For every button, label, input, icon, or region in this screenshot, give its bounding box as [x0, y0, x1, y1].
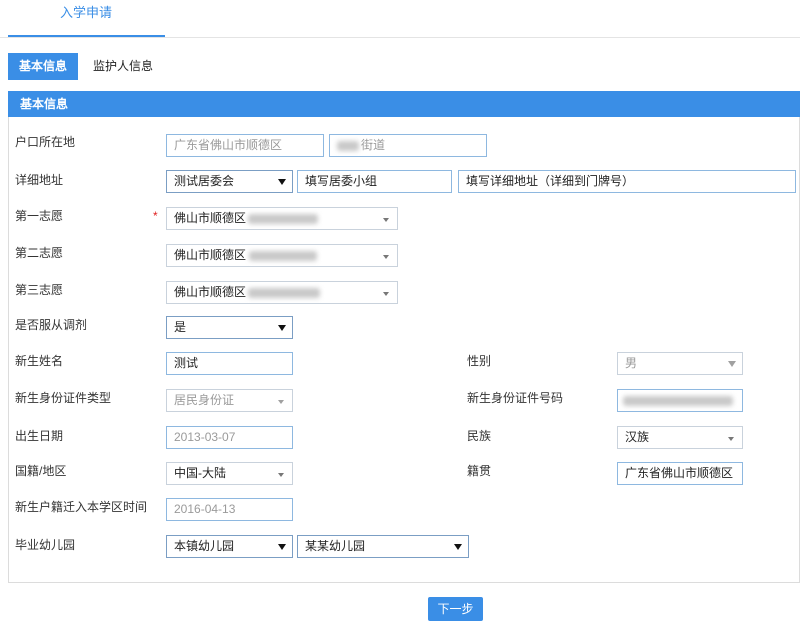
small-caret-down-icon	[278, 473, 284, 477]
kindergarten-school-value: 某某幼儿园	[305, 539, 366, 553]
redacted-blur	[623, 395, 733, 406]
committee-group-input[interactable]: 填写居委小组	[297, 170, 452, 193]
residents-committee-select[interactable]: 测试居委会	[166, 170, 293, 193]
address-label: 详细地址	[15, 173, 64, 187]
small-caret-down-icon	[728, 437, 734, 441]
first-choice-value: 佛山市顺德区	[174, 211, 247, 225]
kindergarten-town-select[interactable]: 本镇幼儿园	[166, 535, 293, 558]
nationality-value: 中国-大陆	[174, 466, 226, 480]
second-choice-label: 第二志愿	[15, 246, 64, 260]
caret-down-icon	[278, 179, 286, 185]
move-in-date-input[interactable]: 2016-04-13	[166, 498, 293, 521]
gender-select[interactable]: 男	[617, 352, 743, 375]
native-place-label: 籍贯	[467, 464, 492, 478]
household-district-value: 广东省佛山市顺德区	[174, 138, 283, 152]
move-in-date-label: 新生户籍迁入本学区时间	[15, 500, 148, 514]
id-number-label: 新生身份证件号码	[467, 391, 564, 405]
caret-down-icon	[454, 544, 462, 550]
first-choice-label: 第一志愿	[15, 209, 64, 223]
header-divider	[0, 37, 800, 38]
accept-adjustment-select[interactable]: 是	[166, 316, 293, 339]
caret-down-icon	[278, 325, 286, 331]
accept-adjustment-value: 是	[174, 320, 187, 334]
small-caret-down-icon	[383, 218, 389, 222]
ethnicity-value: 汉族	[625, 430, 650, 444]
accept-adjustment-label: 是否服从调剂	[15, 318, 88, 332]
caret-down-icon	[728, 361, 736, 367]
first-choice-select[interactable]: 佛山市顺德区	[166, 207, 398, 230]
section-title: 基本信息	[20, 97, 69, 111]
student-name-label: 新生姓名	[15, 354, 64, 368]
small-caret-down-icon	[383, 255, 389, 259]
native-place-value: 广东省佛山市顺德区	[625, 466, 734, 480]
kindergarten-town-value: 本镇幼儿园	[174, 539, 235, 553]
small-caret-down-icon	[278, 400, 284, 404]
id-type-value: 居民身份证	[174, 393, 235, 407]
second-choice-value: 佛山市顺德区	[174, 248, 247, 262]
tab-guardian-info[interactable]: 监护人信息	[86, 53, 160, 80]
redacted-blur	[248, 287, 321, 298]
id-type-select[interactable]: 居民身份证	[166, 389, 293, 412]
next-step-button[interactable]: 下一步	[428, 597, 483, 621]
committee-group-value: 填写居委小组	[305, 174, 378, 188]
tab-basic-info[interactable]: 基本信息	[8, 53, 78, 80]
move-in-date-value: 2016-04-13	[174, 502, 236, 516]
student-name-input[interactable]: 测试	[166, 352, 293, 375]
third-choice-label: 第三志愿	[15, 283, 64, 297]
birth-date-value: 2013-03-07	[174, 430, 236, 444]
detailed-address-input[interactable]: 填写详细地址（详细到门牌号）	[458, 170, 796, 193]
small-caret-down-icon	[383, 292, 389, 296]
household-label: 户口所在地	[15, 135, 76, 149]
nationality-select[interactable]: 中国-大陆	[166, 462, 293, 485]
residents-committee-value: 测试居委会	[174, 174, 235, 188]
redacted-blur	[248, 213, 319, 224]
gender-value: 男	[625, 356, 638, 370]
gender-label: 性别	[467, 354, 492, 368]
nationality-label: 国籍/地区	[15, 464, 67, 478]
id-number-input[interactable]	[617, 389, 743, 412]
household-street-value: 街道	[361, 138, 386, 152]
birth-date-label: 出生日期	[15, 429, 64, 443]
id-type-label: 新生身份证件类型	[15, 391, 112, 405]
active-tab-underline	[8, 35, 165, 37]
third-choice-value: 佛山市顺德区	[174, 285, 247, 299]
household-district-input[interactable]: 广东省佛山市顺德区	[166, 134, 324, 157]
kindergarten-label: 毕业幼儿园	[15, 538, 76, 552]
detailed-address-value: 填写详细地址（详细到门牌号）	[466, 174, 635, 188]
native-place-input[interactable]: 广东省佛山市顺德区	[617, 462, 743, 485]
student-name-value: 测试	[174, 356, 199, 370]
redacted-blur	[337, 140, 359, 151]
tab-enrollment-application[interactable]: 入学申请	[60, 4, 112, 22]
kindergarten-school-select[interactable]: 某某幼儿园	[297, 535, 469, 558]
redacted-blur	[249, 250, 318, 261]
section-header: 基本信息	[8, 91, 800, 117]
caret-down-icon	[278, 544, 286, 550]
third-choice-select[interactable]: 佛山市顺德区	[166, 281, 398, 304]
required-mark: *	[153, 209, 158, 223]
second-choice-select[interactable]: 佛山市顺德区	[166, 244, 398, 267]
ethnicity-label: 民族	[467, 429, 492, 443]
birth-date-input[interactable]: 2013-03-07	[166, 426, 293, 449]
ethnicity-select[interactable]: 汉族	[617, 426, 743, 449]
household-street-input[interactable]: 街道	[329, 134, 487, 157]
